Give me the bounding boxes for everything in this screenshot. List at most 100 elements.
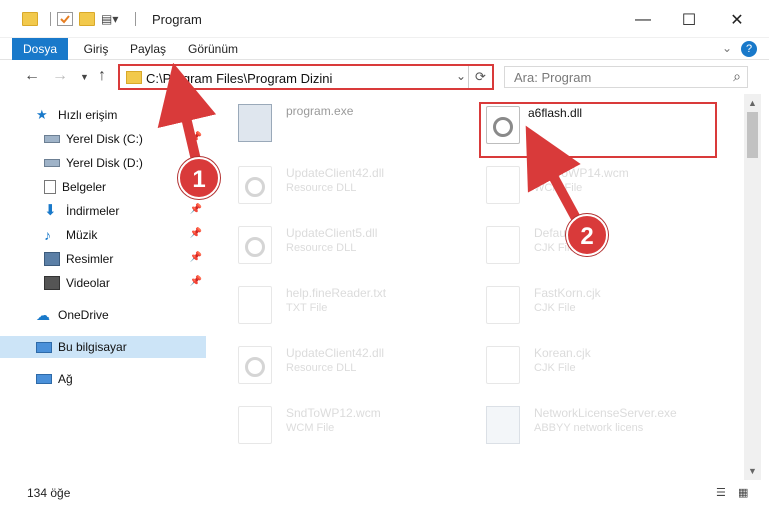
address-path[interactable]: C:\Program Files\Program Dizini — [146, 71, 332, 86]
text-file-icon — [238, 286, 272, 324]
chevron-down-icon: ▼ — [80, 72, 89, 82]
sidebar-item-documents[interactable]: Belgeler — [0, 176, 206, 198]
sidebar-item-network[interactable]: Ağ — [0, 368, 206, 390]
refresh-button[interactable]: ⟳ — [468, 66, 492, 88]
step-badge-2: 2 — [566, 214, 608, 256]
item-count: 134 öğe — [27, 486, 71, 500]
exe-file-icon — [486, 406, 520, 444]
file-item[interactable]: UpdateClient42.dll Resource DLL — [234, 342, 484, 388]
arrow-left-icon: ← — [24, 67, 40, 84]
tab-share[interactable]: Paylaş — [124, 38, 172, 60]
file-name: SndToWP14.wcm — [534, 166, 629, 180]
sidebar-item-downloads[interactable]: ⬇ İndirmeler 📌 — [0, 200, 206, 222]
file-type: Resource DLL — [286, 362, 357, 374]
address-dropdown-icon[interactable]: ⌄ — [456, 69, 466, 83]
minimize-button[interactable]: — — [620, 6, 666, 34]
file-type: CJK File — [534, 302, 576, 314]
back-button[interactable]: ← — [24, 67, 40, 85]
details-view-icon[interactable]: ☰ — [716, 486, 730, 499]
forward-button[interactable]: → — [52, 67, 68, 85]
sidebar-item-videos[interactable]: Videolar 📌 — [0, 272, 206, 294]
sidebar-item-label: Ağ — [58, 372, 73, 386]
sidebar-item-onedrive[interactable]: ☁ OneDrive — [0, 304, 206, 326]
pin-icon: 📌 — [189, 252, 202, 263]
sidebar-item-pictures[interactable]: Resimler 📌 — [0, 248, 206, 270]
file-item[interactable]: FastKorn.cjk CJK File — [482, 282, 732, 328]
up-button[interactable]: ↑ — [98, 67, 106, 85]
large-icons-view-icon[interactable]: ▦ — [738, 486, 752, 499]
file-item-program-exe[interactable]: program.exe — [234, 100, 484, 146]
properties-icon[interactable] — [57, 12, 73, 26]
address-bar[interactable]: C:\Program Files\Program Dizini ⌄ ⟳ — [118, 64, 494, 90]
file-item[interactable]: SndToWP14.wcm WCM File — [482, 162, 732, 208]
dll-file-icon — [238, 346, 272, 384]
star-icon: ★ — [36, 107, 48, 122]
tab-home[interactable]: Giriş — [76, 38, 116, 60]
file-name: UpdateClient42.dll — [286, 166, 385, 180]
file-item[interactable]: UpdateClient42.dll Resource DLL — [234, 162, 484, 208]
tab-view[interactable]: Görünüm — [182, 38, 244, 60]
search-box[interactable]: Ara: Program ⌕ — [504, 66, 748, 88]
file-name: UpdateClient5.dll — [286, 226, 378, 240]
search-icon: ⌕ — [733, 68, 741, 84]
scroll-up-icon[interactable]: ▲ — [748, 98, 757, 108]
drive-icon — [44, 159, 60, 167]
file-type: WCM File — [286, 422, 335, 434]
file-item[interactable]: NetworkLicenseServer.exe ABBYY network l… — [482, 402, 732, 448]
sidebar-item-this-pc[interactable]: Bu bilgisayar — [0, 336, 206, 358]
cloud-icon: ☁ — [36, 307, 50, 323]
sidebar-item-label: Videolar — [66, 276, 110, 290]
file-item[interactable]: UpdateClient5.dll Resource DLL — [234, 222, 484, 268]
folder-icon — [22, 12, 38, 26]
file-icon — [486, 346, 520, 384]
pictures-icon — [44, 252, 60, 266]
arrow-right-icon: → — [52, 67, 68, 84]
folder-icon — [126, 71, 142, 84]
step-badge-1: 1 — [178, 157, 220, 199]
vertical-scrollbar[interactable]: ▲ ▼ — [744, 94, 761, 480]
file-type: WCM File — [534, 182, 583, 194]
minimize-icon: — — [635, 11, 651, 28]
scrollbar-thumb[interactable] — [747, 112, 758, 158]
sidebar-item-label: İndirmeler — [66, 204, 120, 218]
file-name: SndToWP12.wcm — [286, 406, 381, 420]
sidebar-item-label: Yerel Disk (C:) — [66, 132, 143, 146]
arrow-up-icon: ↑ — [98, 67, 106, 84]
pin-icon: 📌 — [189, 276, 202, 287]
new-folder-icon[interactable] — [79, 12, 95, 26]
sidebar-item-disk-c[interactable]: Yerel Disk (C:) 📌 — [0, 128, 206, 150]
sidebar-item-music[interactable]: ♪ Müzik 📌 — [0, 224, 206, 246]
help-button[interactable]: ? — [741, 41, 757, 57]
close-button[interactable]: ✕ — [714, 6, 760, 34]
file-type: Resource DLL — [286, 182, 357, 194]
scroll-down-icon[interactable]: ▼ — [748, 466, 757, 476]
file-name: FastKorn.cjk — [534, 286, 601, 300]
file-icon — [486, 286, 520, 324]
sidebar-item-quick-access[interactable]: ★ Hızlı erişim — [0, 104, 206, 126]
file-item[interactable]: SndToWP12.wcm WCM File — [234, 402, 484, 448]
file-type: CJK File — [534, 362, 576, 374]
expand-ribbon-icon[interactable]: ⌄ — [722, 41, 732, 55]
sidebar-item-label: Belgeler — [62, 180, 107, 194]
sidebar-item-disk-d[interactable]: Yerel Disk (D:) — [0, 152, 206, 174]
sidebar-item-label: Bu bilgisayar — [58, 340, 127, 354]
file-name: UpdateClient42.dll — [286, 346, 385, 360]
gear-icon — [245, 177, 265, 197]
file-item[interactable]: help.fineReader.txt TXT File — [234, 282, 484, 328]
sidebar-item-label: Yerel Disk (D:) — [66, 156, 143, 170]
recent-locations-button[interactable]: ▼ — [80, 72, 89, 82]
file-name: Korean.cjk — [534, 346, 591, 360]
status-bar: 134 öğe ☰ ▦ — [0, 480, 769, 520]
file-item[interactable]: Korean.cjk CJK File — [482, 342, 732, 388]
pin-icon: 📌 — [189, 204, 202, 215]
network-icon — [36, 374, 52, 384]
sidebar-item-label: Hızlı erişim — [58, 108, 118, 122]
maximize-button[interactable]: ☐ — [666, 6, 712, 34]
music-icon: ♪ — [44, 227, 51, 243]
search-placeholder[interactable]: Ara: Program — [514, 70, 591, 85]
pin-icon: 📌 — [189, 228, 202, 239]
customize-icon[interactable]: ▤▾ — [101, 12, 123, 26]
maximize-icon: ☐ — [681, 12, 697, 29]
file-highlight-box — [479, 102, 717, 158]
gear-icon — [245, 357, 265, 377]
